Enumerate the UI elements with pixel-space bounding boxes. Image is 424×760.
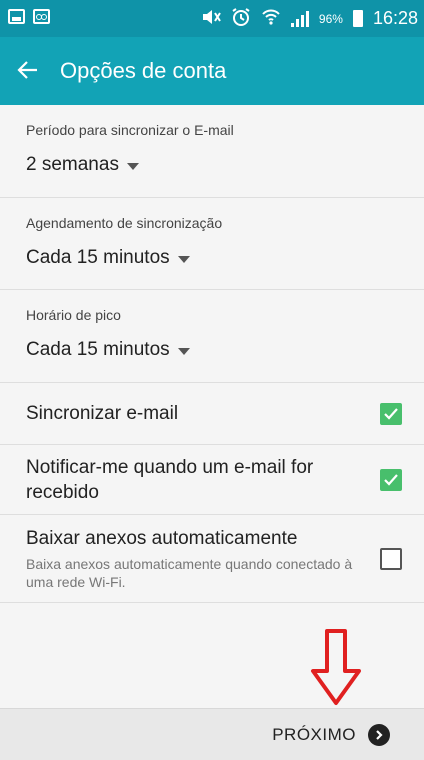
sync-email-label: Sincronizar e-mail xyxy=(26,403,179,424)
dropdown-caret-icon xyxy=(177,255,190,263)
battery-icon xyxy=(352,10,363,27)
page-title: Opções de conta xyxy=(60,58,227,83)
sync-schedule-label: Agendamento de sincronização xyxy=(26,215,223,231)
status-bar: 96% 16:28 xyxy=(0,0,424,37)
peak-schedule-dropdown[interactable]: Cada 15 minutos xyxy=(26,339,190,361)
clock: 16:28 xyxy=(372,8,418,28)
app-bar: Opções de conta xyxy=(0,37,424,105)
checkmark-icon xyxy=(384,407,398,420)
chevron-right-icon xyxy=(368,724,390,746)
download-attachments-label: Baixar anexos automaticamente xyxy=(26,528,298,549)
alarm-icon xyxy=(231,7,251,30)
download-attachments-description: Baixa anexos automaticamente quando cone… xyxy=(26,556,353,590)
sync-email-setting[interactable]: Sincronizar e-mail xyxy=(0,383,424,445)
settings-list: Período para sincronizar o E-mail 2 sema… xyxy=(0,105,424,603)
screenshot-icon xyxy=(8,9,25,24)
sync-period-setting[interactable]: Período para sincronizar o E-mail 2 sema… xyxy=(0,105,424,198)
signal-icon xyxy=(290,10,309,27)
sync-period-dropdown[interactable]: 2 semanas xyxy=(26,154,139,176)
battery-percent: 96% xyxy=(318,11,343,26)
sync-email-checkbox[interactable] xyxy=(380,402,402,425)
down-arrow-annotation-icon xyxy=(311,629,361,705)
sync-schedule-value: Cada 15 minutos xyxy=(26,247,170,268)
peak-schedule-setting[interactable]: Horário de pico Cada 15 minutos xyxy=(0,290,424,383)
download-attachments-setting[interactable]: Baixar anexos automaticamente Baixa anex… xyxy=(0,515,424,603)
dropdown-caret-icon xyxy=(126,162,139,170)
peak-schedule-value: Cada 15 minutos xyxy=(26,339,170,360)
peak-schedule-label: Horário de pico xyxy=(26,307,121,323)
sync-period-value: 2 semanas xyxy=(26,154,119,175)
sync-period-label: Período para sincronizar o E-mail xyxy=(26,122,234,138)
notify-setting[interactable]: Notificar-me quando um e-mail for recebi… xyxy=(0,445,424,515)
next-button[interactable]: PRÓXIMO xyxy=(272,709,390,760)
bottom-bar: PRÓXIMO xyxy=(0,708,424,760)
mute-icon xyxy=(201,8,221,29)
notify-label: Notificar-me quando um e-mail for recebi… xyxy=(26,456,314,503)
download-attachments-checkbox[interactable] xyxy=(380,547,402,570)
next-label: PRÓXIMO xyxy=(272,725,356,744)
dropdown-caret-icon xyxy=(177,347,190,355)
voicemail-icon xyxy=(33,9,50,24)
back-arrow-icon[interactable] xyxy=(0,56,56,87)
sync-schedule-dropdown[interactable]: Cada 15 minutos xyxy=(26,247,190,269)
wifi-icon xyxy=(261,8,281,29)
notify-checkbox[interactable] xyxy=(380,468,402,491)
checkmark-icon xyxy=(384,473,398,486)
sync-schedule-setting[interactable]: Agendamento de sincronização Cada 15 min… xyxy=(0,198,424,290)
